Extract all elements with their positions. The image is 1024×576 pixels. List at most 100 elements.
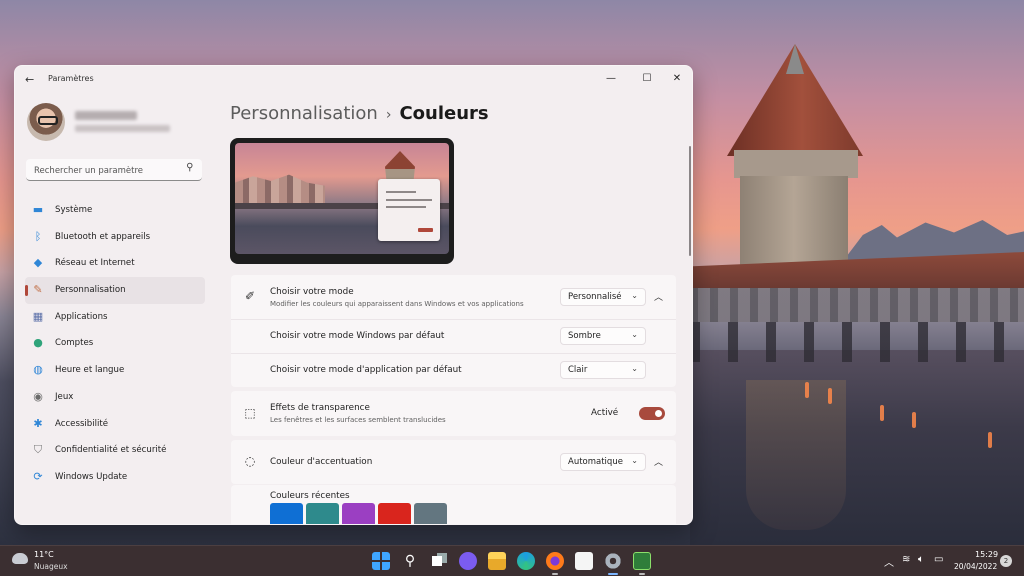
start-button[interactable] xyxy=(372,552,390,570)
sidebar-item-heure-langue[interactable]: ◍ Heure et langue xyxy=(25,357,205,384)
taskbar: 11°C Nuageux ⚲ ︿ ≋ 🔈︎ ▭ 15:29 20/04/2022… xyxy=(0,545,1024,576)
sidebar-item-label: Réseau et Internet xyxy=(55,258,135,269)
preview-accent-button xyxy=(418,228,433,232)
transparency-card: ⬚ Effets de transparence Les fenêtres et… xyxy=(231,391,676,436)
sidebar-item-comptes[interactable]: ● Comptes xyxy=(25,330,205,357)
title-bar[interactable]: ← Paramètres — ☐ ✕ xyxy=(15,66,692,92)
breadcrumb-parent[interactable]: Personnalisation xyxy=(230,103,378,124)
scrollbar[interactable] xyxy=(689,146,691,256)
sidebar-item-label: Jeux xyxy=(55,391,74,402)
settings-gear-icon[interactable] xyxy=(604,552,622,570)
maximize-button[interactable]: ☐ xyxy=(632,69,662,89)
sidebar-item-accessibilite[interactable]: ✱ Accessibilité xyxy=(25,411,205,438)
weather-temperature[interactable]: 11°C xyxy=(34,550,54,559)
wallpaper-light-reflection xyxy=(988,432,992,448)
sidebar-item-windows-update[interactable]: ⟳ Windows Update xyxy=(25,464,205,491)
windows-mode-label: Choisir votre mode Windows par défaut xyxy=(270,331,445,341)
sidebar-item-personnalisation[interactable]: ✎ Personnalisation xyxy=(25,277,205,304)
dropdown-value: Clair xyxy=(568,365,588,375)
transparency-toggle[interactable] xyxy=(639,407,665,420)
wifi-icon[interactable]: ≋ xyxy=(902,554,910,565)
preview-line xyxy=(386,191,416,193)
running-indicator xyxy=(639,573,645,575)
search-icon[interactable]: ⚲ xyxy=(186,162,193,173)
paintbrush-icon: ✐ xyxy=(244,289,256,303)
file-explorer-icon[interactable] xyxy=(488,552,506,570)
mode-subtitle: Modifier les couleurs qui apparaissent d… xyxy=(270,300,524,308)
mode-title: Choisir votre mode xyxy=(270,287,354,297)
mode-dropdown[interactable]: Personnalisé ⌄ xyxy=(560,288,646,306)
globe-clock-icon: ◍ xyxy=(33,363,43,377)
edge-browser-icon[interactable] xyxy=(517,552,535,570)
notification-badge[interactable]: 2 xyxy=(1000,555,1012,567)
preview-wallpaper xyxy=(235,143,449,254)
preview-line xyxy=(386,199,432,201)
sidebar-item-label: Personnalisation xyxy=(55,285,126,296)
color-swatch[interactable] xyxy=(378,503,411,524)
user-avatar[interactable] xyxy=(27,103,65,141)
accent-dropdown[interactable]: Automatique ⌄ xyxy=(560,453,646,471)
cloud-icon[interactable] xyxy=(12,553,28,564)
windows-mode-dropdown[interactable]: Sombre ⌄ xyxy=(560,327,646,345)
sidebar-item-jeux[interactable]: ◉ Jeux xyxy=(25,384,205,411)
sidebar-item-reseau[interactable]: ◆ Réseau et Internet xyxy=(25,250,205,277)
chevron-up-icon[interactable]: ︿ xyxy=(654,455,663,468)
notepad-icon[interactable] xyxy=(575,552,593,570)
running-indicator xyxy=(552,573,558,575)
window-title: Paramètres xyxy=(48,74,94,83)
task-view-icon[interactable] xyxy=(430,552,448,570)
accent-card[interactable]: ◌ Couleur d'accentuation Automatique ⌄ ︿ xyxy=(231,440,676,484)
chevron-down-icon: ⌄ xyxy=(631,364,638,373)
color-swatch[interactable] xyxy=(414,503,447,524)
breadcrumb: Personnalisation › Couleurs xyxy=(230,103,489,124)
close-button[interactable]: ✕ xyxy=(662,69,692,89)
sidebar-item-applications[interactable]: ▦ Applications xyxy=(25,304,205,331)
sidebar-item-label: Heure et langue xyxy=(55,365,125,376)
sidebar-item-label: Applications xyxy=(55,311,108,322)
color-swatch[interactable] xyxy=(306,503,339,524)
taskbar-search-icon[interactable]: ⚲ xyxy=(401,552,419,570)
wifi-icon: ◆ xyxy=(33,256,43,270)
wallpaper-light-reflection xyxy=(880,405,884,421)
preview-town xyxy=(235,174,325,205)
weather-description[interactable]: Nuageux xyxy=(34,562,68,571)
color-swatch[interactable] xyxy=(342,503,375,524)
sidebar-item-confidentialite[interactable]: ⛉ Confidentialité et sécurité xyxy=(25,437,205,464)
minimize-button[interactable]: — xyxy=(596,69,626,89)
app-mode-dropdown[interactable]: Clair ⌄ xyxy=(560,361,646,379)
back-arrow-icon[interactable]: ← xyxy=(25,74,39,86)
wallpaper-tower-body xyxy=(740,176,848,268)
dropdown-value: Automatique xyxy=(568,457,623,467)
chevron-up-icon[interactable]: ︿ xyxy=(884,554,894,569)
volume-icon[interactable]: 🔈︎ xyxy=(918,554,924,565)
wallpaper-light-reflection xyxy=(828,388,832,404)
app-icon[interactable] xyxy=(633,552,651,570)
wallpaper-light-reflection xyxy=(805,382,809,398)
search-input[interactable] xyxy=(32,162,186,179)
chevron-up-icon[interactable]: ︿ xyxy=(654,290,663,303)
sidebar-item-label: Windows Update xyxy=(55,471,128,482)
app-mode-row: Choisir votre mode d'application par déf… xyxy=(231,354,676,387)
color-swatch[interactable] xyxy=(270,503,303,524)
mode-card: ✐ Choisir votre mode Modifier les couleu… xyxy=(231,275,676,387)
bluetooth-icon: ᛒ xyxy=(34,229,42,243)
user-email-blurred xyxy=(75,125,170,132)
sidebar-nav: ▬ Système ᛒ Bluetooth et appareils ◆ Rés… xyxy=(25,197,205,491)
chat-icon[interactable] xyxy=(459,552,477,570)
battery-icon[interactable]: ▭ xyxy=(934,554,943,565)
dropdown-value: Personnalisé xyxy=(568,292,622,302)
chevron-down-icon: ⌄ xyxy=(631,291,638,300)
wallpaper-water xyxy=(690,350,1024,545)
sidebar-item-systeme[interactable]: ▬ Système xyxy=(25,197,205,224)
clock-time[interactable]: 15:29 xyxy=(975,550,998,559)
accent-title: Couleur d'accentuation xyxy=(270,457,373,467)
transparency-title: Effets de transparence xyxy=(270,403,370,413)
settings-search-box[interactable]: ⚲ xyxy=(26,159,202,181)
sidebar-item-label: Bluetooth et appareils xyxy=(55,231,151,242)
mode-row[interactable]: ✐ Choisir votre mode Modifier les couleu… xyxy=(231,275,676,319)
sidebar-item-bluetooth[interactable]: ᛒ Bluetooth et appareils xyxy=(25,224,205,251)
firefox-icon[interactable] xyxy=(546,552,564,570)
preview-window xyxy=(378,179,440,241)
clock-date[interactable]: 20/04/2022 xyxy=(954,562,997,571)
wallpaper-bridge-deck xyxy=(690,288,1024,322)
